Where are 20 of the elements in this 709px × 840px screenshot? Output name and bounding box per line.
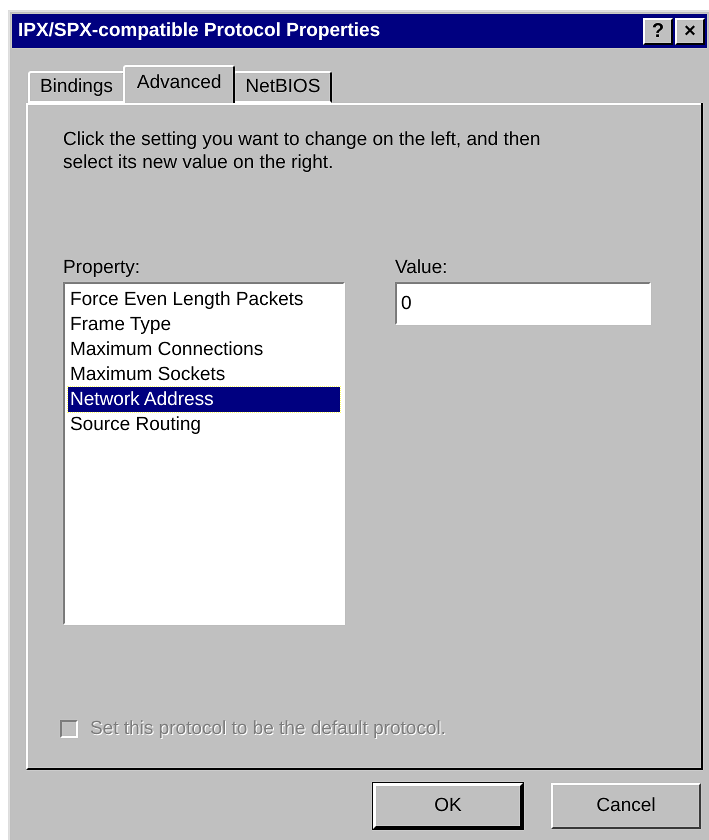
- property-list[interactable]: Force Even Length Packets Frame Type Maximum Connections Maximum Sockets Network Address Source Routing: [63, 282, 345, 625]
- value-label: Value:: [395, 256, 448, 280]
- tab[interactable]: NetBIOS: [233, 71, 332, 103]
- close-button[interactable]: ×: [675, 18, 705, 44]
- ok-button[interactable]: OK: [373, 783, 523, 829]
- checkbox-label: Set this protocol to be the default protocol.: [90, 717, 446, 741]
- list-item[interactable]: Force Even Length Packets: [68, 287, 340, 312]
- list-item[interactable]: Source Routing: [68, 412, 340, 437]
- value-field[interactable]: 0: [395, 282, 651, 325]
- instructions-text: Click the setting you want to change on the left, and then select its new value on the right.: [63, 128, 542, 174]
- cancel-button[interactable]: Cancel: [551, 783, 701, 829]
- list-item[interactable]: Frame Type: [68, 312, 340, 337]
- list-item[interactable]: Maximum Connections: [68, 337, 340, 362]
- list-item[interactable]: Maximum Sockets: [68, 362, 340, 387]
- tab[interactable]: Bindings: [28, 71, 125, 103]
- window-title: IPX/SPX-compatible Protocol Properties: [18, 18, 382, 43]
- property-label: Property:: [63, 256, 142, 280]
- list-item[interactable]: Network Address: [68, 387, 340, 412]
- help-button[interactable]: ?: [643, 18, 673, 44]
- tab[interactable]: Advanced: [122, 65, 236, 103]
